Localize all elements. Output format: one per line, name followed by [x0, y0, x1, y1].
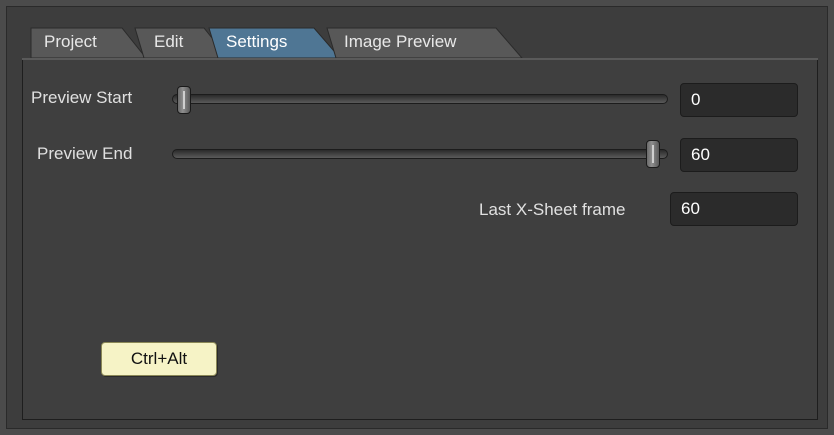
dialog-frame: Project Edit Settings Image Preview Prev… [0, 0, 834, 435]
tab-settings-label: Settings [226, 32, 288, 51]
preview-start-slider[interactable] [172, 94, 668, 104]
panel-top-edge [22, 58, 818, 60]
shortcut-tooltip: Ctrl+Alt [101, 342, 217, 376]
preview-start-knob[interactable] [177, 86, 191, 114]
preview-end-slider[interactable] [172, 149, 668, 159]
last-xsheet-field[interactable]: 60 [670, 192, 798, 226]
tab-project[interactable]: Project [30, 26, 147, 58]
preview-start-label: Preview Start [31, 88, 133, 107]
tab-settings[interactable]: Settings [208, 26, 341, 58]
preview-start-field[interactable]: 0 [680, 83, 798, 117]
preview-end-field[interactable]: 60 [680, 138, 798, 172]
tab-image-preview-label: Image Preview [344, 32, 457, 51]
tab-project-label: Project [44, 32, 97, 51]
tab-image-preview[interactable]: Image Preview [326, 26, 526, 58]
last-xsheet-label: Last X-Sheet frame [479, 200, 626, 219]
preview-end-knob[interactable] [646, 140, 660, 168]
preview-end-label: Preview End [37, 144, 133, 163]
tab-edit-label: Edit [154, 32, 184, 51]
